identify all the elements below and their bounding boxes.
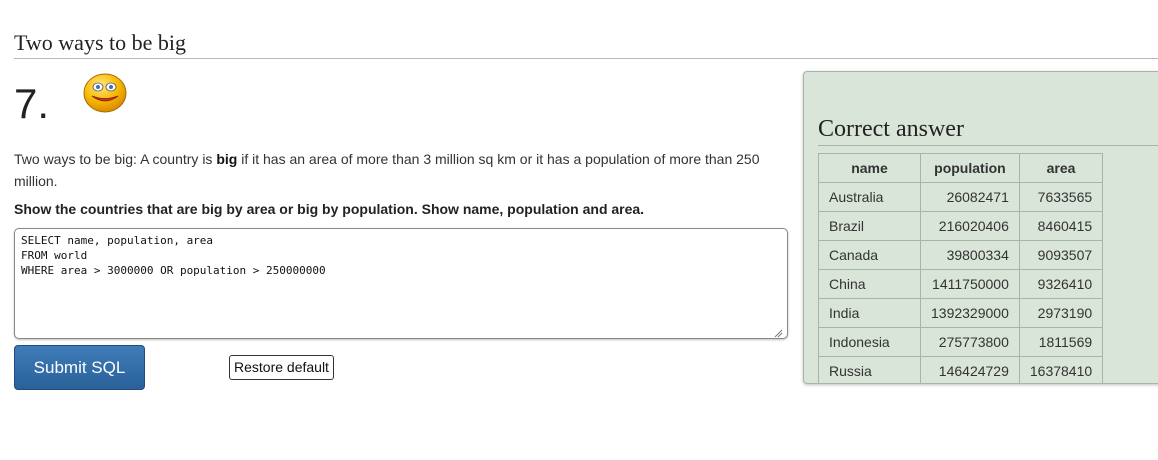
resize-grip-icon[interactable]: [773, 328, 783, 338]
description-bold: big: [216, 151, 238, 167]
cell-area: 16378410: [1018, 356, 1104, 383]
cell-population: 1392329000: [920, 298, 1020, 328]
question-number: 7.: [14, 80, 50, 127]
table-row: Canada 39800334 9093507: [818, 240, 1104, 270]
answer-table: name population area Australia 26082471 …: [818, 153, 1104, 383]
table-row: India 1392329000 2973190: [818, 298, 1104, 328]
cell-name: India: [818, 298, 921, 328]
table-row: Russia 146424729 16378410: [818, 356, 1104, 383]
cell-area: 1811569: [1018, 327, 1104, 357]
cell-population: 1411750000: [920, 269, 1020, 299]
table-row: Indonesia 275773800 1811569: [818, 327, 1104, 357]
task-instruction: Show the countries that are big by area …: [14, 201, 645, 217]
cell-population: 275773800: [920, 327, 1020, 357]
column-header-area: area: [1018, 153, 1104, 183]
restore-default-button[interactable]: Restore default: [229, 355, 334, 380]
table-row: Australia 26082471 7633565: [818, 182, 1104, 212]
table-header-row: name population area: [818, 153, 1104, 183]
cell-area: 8460415: [1018, 211, 1104, 241]
cell-area: 9326410: [1018, 269, 1104, 299]
cell-population: 26082471: [920, 182, 1020, 212]
question-description: Two ways to be big: A country is big if …: [14, 148, 774, 192]
cell-population: 146424729: [920, 356, 1020, 383]
cell-name: Australia: [818, 182, 921, 212]
answer-divider: [818, 145, 1158, 146]
sql-editor[interactable]: SELECT name, population, area FROM world…: [14, 228, 788, 339]
column-header-name: name: [818, 153, 921, 183]
table-row: Brazil 216020406 8460415: [818, 211, 1104, 241]
cell-area: 7633565: [1018, 182, 1104, 212]
cell-population: 39800334: [920, 240, 1020, 270]
cell-area: 2973190: [1018, 298, 1104, 328]
correct-answer-panel: Correct answer name population area Aust…: [803, 71, 1158, 384]
title-divider: [14, 58, 1158, 59]
cell-name: Canada: [818, 240, 921, 270]
table-row: China 1411750000 9326410: [818, 269, 1104, 299]
answer-title: Correct answer: [818, 116, 964, 142]
cell-area: 9093507: [1018, 240, 1104, 270]
cell-name: Russia: [818, 356, 921, 383]
section-title: Two ways to be big: [14, 30, 186, 55]
description-prefix: Two ways to be big: A country is: [14, 151, 217, 167]
cell-name: Brazil: [818, 211, 921, 241]
smiley-face-icon: [83, 73, 127, 113]
submit-sql-button[interactable]: Submit SQL: [14, 345, 145, 390]
cell-population: 216020406: [920, 211, 1020, 241]
column-header-population: population: [920, 153, 1020, 183]
cell-name: Indonesia: [818, 327, 921, 357]
cell-name: China: [818, 269, 921, 299]
